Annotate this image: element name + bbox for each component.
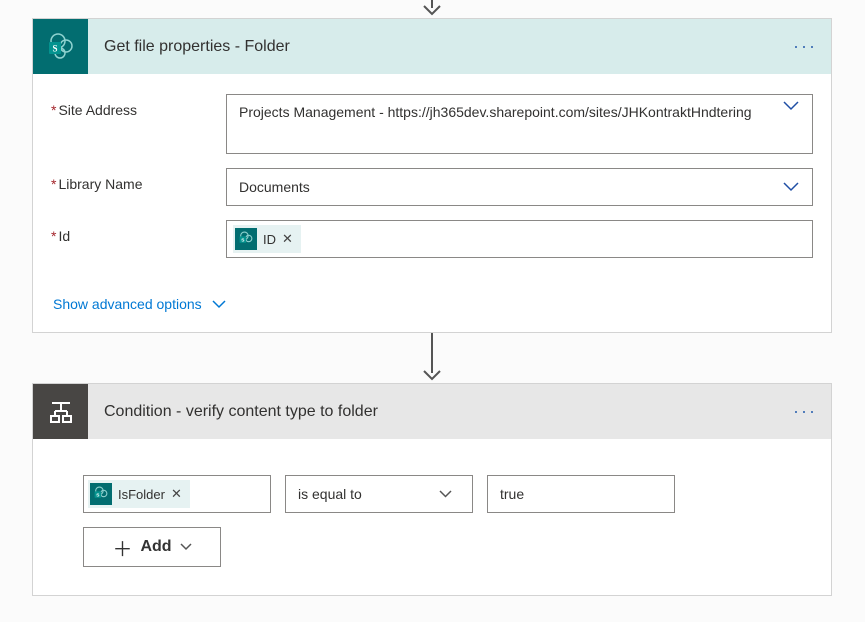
condition-lhs-input[interactable]: S IsFolder ✕ xyxy=(83,475,271,513)
dynamic-token-id[interactable]: S ID ✕ xyxy=(233,225,301,253)
site-address-dropdown[interactable]: Projects Management - https://jh365dev.s… xyxy=(226,94,813,154)
condition-header[interactable]: Condition - verify content type to folde… xyxy=(33,384,831,439)
id-input[interactable]: S ID ✕ xyxy=(226,220,813,258)
chevron-down-icon xyxy=(180,543,192,551)
chevron-down-icon xyxy=(770,101,812,111)
flow-arrow-connector xyxy=(32,333,832,383)
required-star: * xyxy=(51,228,56,244)
field-label: *Library Name xyxy=(51,168,226,192)
sharepoint-icon: S xyxy=(235,228,257,250)
plus-icon: ＋ xyxy=(112,533,132,562)
sharepoint-icon: S xyxy=(33,19,88,74)
flow-arrow-in xyxy=(32,0,832,18)
condition-operator-dropdown[interactable]: is equal to xyxy=(285,475,473,513)
chevron-down-icon xyxy=(212,300,226,309)
chevron-down-icon xyxy=(770,182,812,192)
field-site-address-row: *Site Address Projects Management - http… xyxy=(51,94,813,154)
action-menu-button[interactable]: ··· xyxy=(791,36,831,57)
token-label: ID xyxy=(263,232,276,247)
condition-title: Condition - verify content type to folde… xyxy=(88,403,791,421)
condition-expression-row: S IsFolder ✕ is equal to true xyxy=(83,475,781,513)
operator-value: is equal to xyxy=(298,486,362,502)
required-star: * xyxy=(51,102,56,118)
add-condition-button[interactable]: ＋ Add xyxy=(83,527,221,567)
action-header[interactable]: S Get file properties - Folder ··· xyxy=(33,19,831,74)
required-star: * xyxy=(51,176,56,192)
field-library-name-row: *Library Name Documents xyxy=(51,168,813,206)
dynamic-token-isfolder[interactable]: S IsFolder ✕ xyxy=(88,480,190,508)
action-title: Get file properties - Folder xyxy=(88,38,791,56)
condition-icon xyxy=(33,384,88,439)
action-condition: Condition - verify content type to folde… xyxy=(32,383,832,596)
site-address-value: Projects Management - https://jh365dev.s… xyxy=(227,101,770,123)
token-remove-icon[interactable]: ✕ xyxy=(171,486,182,502)
svg-text:S: S xyxy=(52,43,57,53)
condition-menu-button[interactable]: ··· xyxy=(791,401,831,422)
chevron-down-icon xyxy=(430,490,460,498)
show-advanced-options-link[interactable]: Show advanced options xyxy=(53,296,226,312)
library-name-value: Documents xyxy=(227,176,770,198)
action-get-file-properties: S Get file properties - Folder ··· *Site… xyxy=(32,18,832,333)
field-label: *Site Address xyxy=(51,94,226,118)
library-name-dropdown[interactable]: Documents xyxy=(226,168,813,206)
token-label: IsFolder xyxy=(118,487,165,502)
action-body: *Site Address Projects Management - http… xyxy=(33,74,831,332)
token-remove-icon[interactable]: ✕ xyxy=(282,231,293,247)
rhs-value: true xyxy=(500,486,524,502)
condition-body: S IsFolder ✕ is equal to true ＋ Add xyxy=(33,439,831,595)
field-label: *Id xyxy=(51,220,226,244)
condition-rhs-input[interactable]: true xyxy=(487,475,675,513)
field-id-row: *Id S ID ✕ xyxy=(51,220,813,258)
sharepoint-icon: S xyxy=(90,483,112,505)
